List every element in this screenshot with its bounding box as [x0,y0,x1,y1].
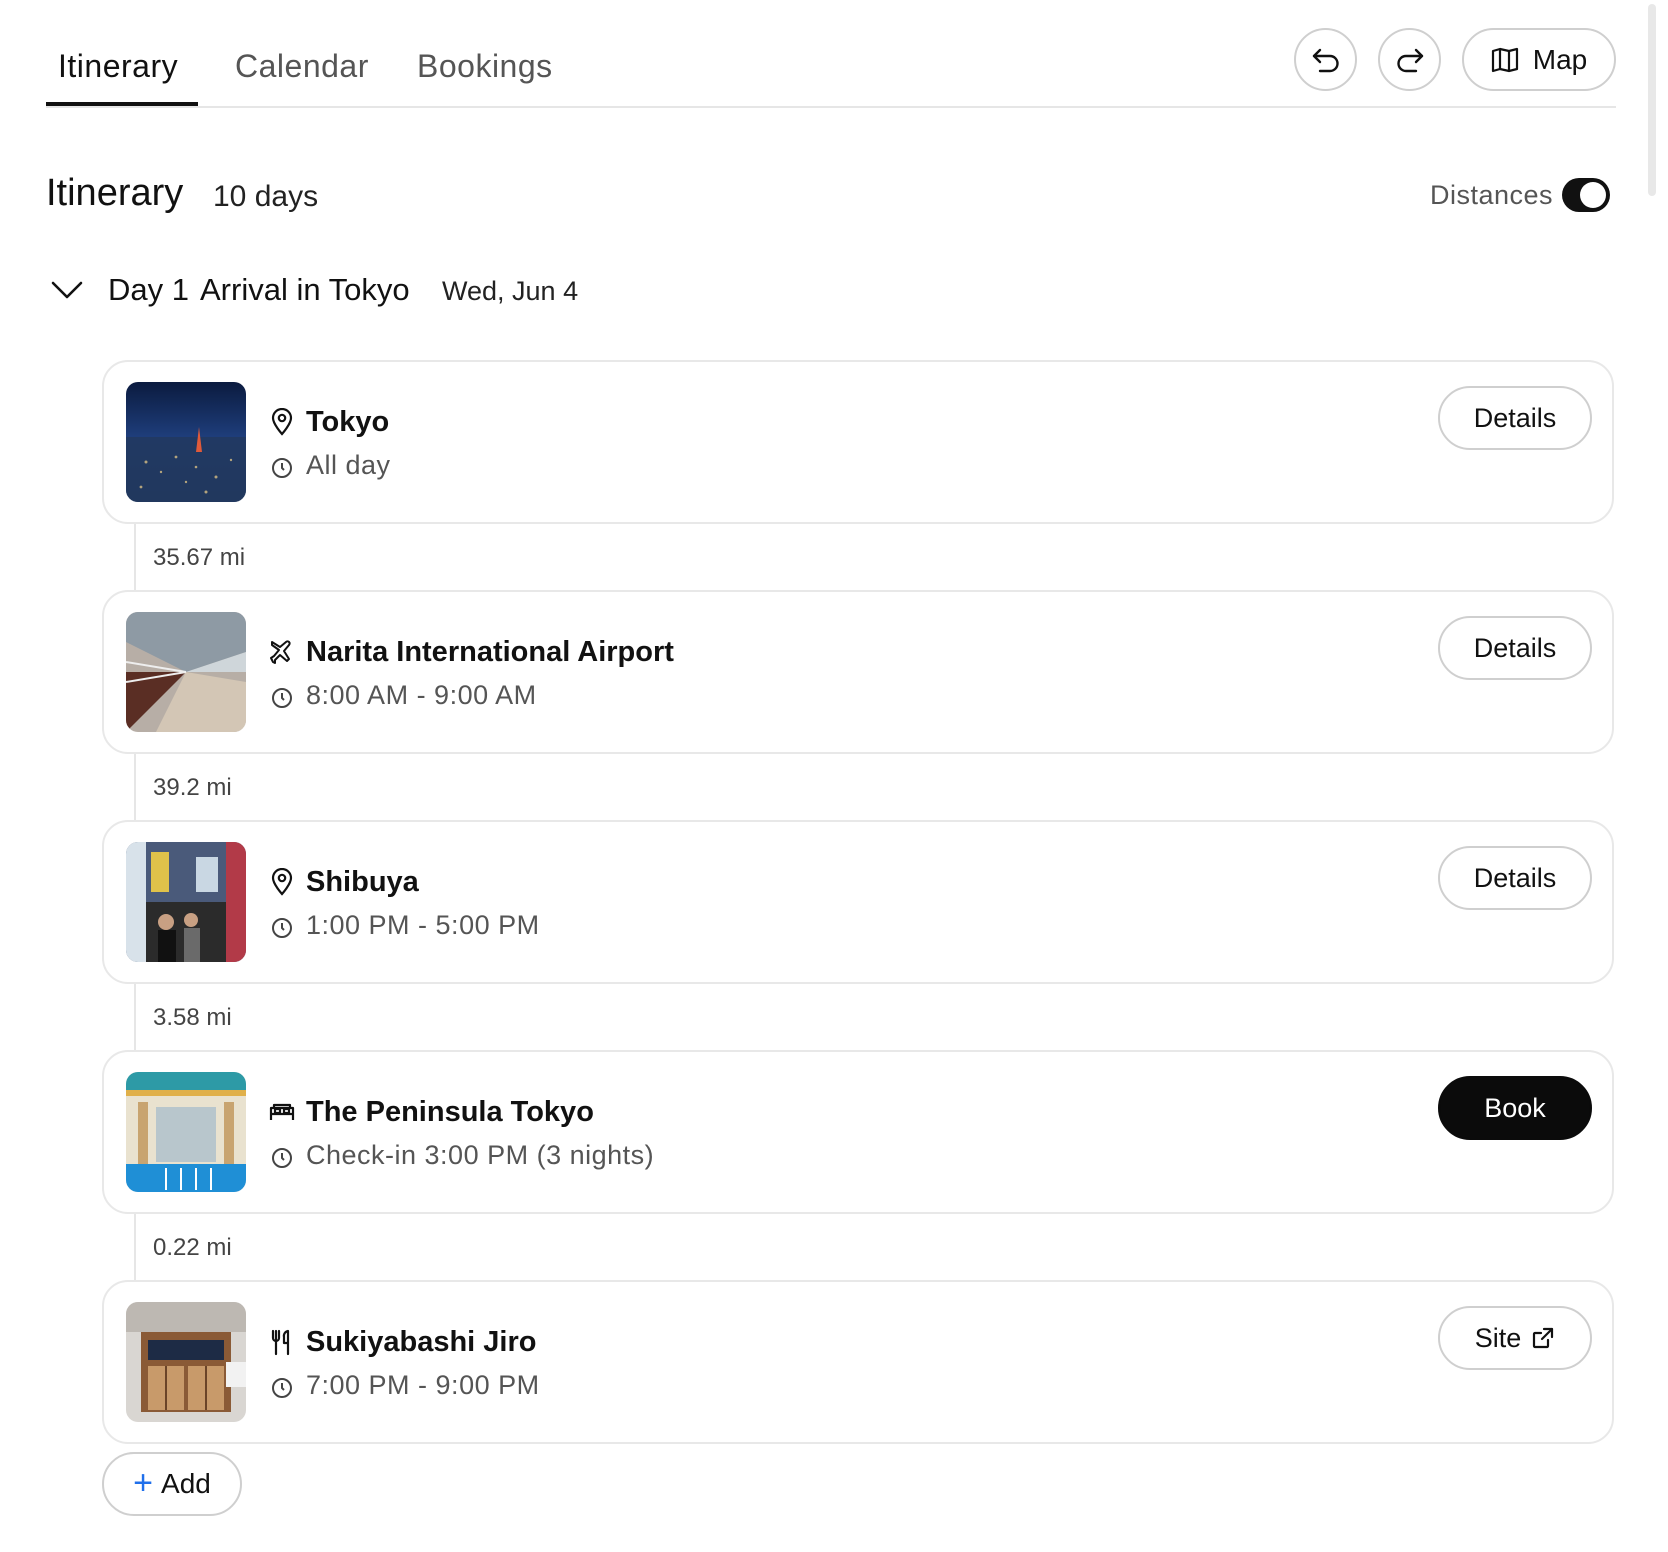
details-button[interactable]: Details [1438,616,1592,680]
map-button[interactable]: Map [1462,28,1616,91]
clock-icon [272,1148,292,1168]
plane-icon [270,640,291,664]
book-button-label: Book [1484,1092,1546,1123]
thumbnail-peninsula [126,1072,246,1192]
itinerary-item-peninsula[interactable]: The Peninsula Tokyo Check-in 3:00 PM (3 … [102,1050,1614,1214]
itinerary-item-tokyo[interactable]: Tokyo All day Details [102,360,1614,524]
distance-label: 3.58 mi [153,1004,232,1031]
tab-bookings[interactable]: Bookings [417,48,553,85]
distance-label: 0.22 mi [153,1234,232,1261]
details-button-label: Details [1473,402,1557,433]
itinerary-item-shibuya[interactable]: Shibuya 1:00 PM - 5:00 PM Details [102,820,1614,984]
tab-itinerary[interactable]: Itinerary [58,48,178,85]
item-time: 7:00 PM - 9:00 PM [306,1370,540,1400]
day-title: Arrival in Tokyo [200,272,410,307]
details-button[interactable]: Details [1438,386,1592,450]
chevron-down-icon[interactable] [50,278,84,302]
utensils-icon [271,1329,290,1356]
thumbnail-sukiyabashi-jiro [126,1302,246,1422]
item-title: Tokyo [306,406,390,438]
item-time: 1:00 PM - 5:00 PM [306,910,540,940]
distance-label: 39.2 mi [153,774,232,801]
scrollbar-thumb[interactable] [1648,4,1656,196]
clock-icon [272,688,292,708]
item-time: All day [306,450,391,480]
item-title: The Peninsula Tokyo [306,1096,594,1128]
map-icon [1491,47,1518,72]
map-button-label: Map [1532,43,1588,75]
item-time: 8:00 AM - 9:00 AM [306,680,537,710]
toggle-knob [1580,182,1606,208]
add-item-button[interactable]: + Add [102,1452,242,1516]
details-button[interactable]: Details [1438,846,1592,910]
page-title: Itinerary [46,172,184,214]
undo-icon [1312,48,1339,72]
item-time: Check-in 3:00 PM (3 nights) [306,1140,655,1170]
undo-button[interactable] [1294,28,1357,91]
pin-icon [271,408,293,436]
pin-icon [271,868,293,896]
scrollbar[interactable] [1648,0,1658,1552]
itinerary-item-sukiyabashi-jiro[interactable]: Sukiyabashi Jiro 7:00 PM - 9:00 PM Site [102,1280,1614,1444]
external-link-icon [1533,1327,1554,1349]
thumbnail-narita [126,612,246,732]
tab-calendar[interactable]: Calendar [235,48,369,85]
day-date: Wed, Jun 4 [442,276,579,306]
item-title: Sukiyabashi Jiro [306,1326,537,1358]
active-tab-indicator [46,102,198,106]
distance-label: 35.67 mi [153,544,246,571]
item-title: Narita International Airport [306,636,674,668]
redo-icon [1396,48,1423,72]
plus-icon: + [133,1463,154,1502]
clock-icon [272,458,292,478]
distances-label: Distances [1430,180,1554,210]
itinerary-page: Itinerary Calendar Bookings Map Itinerar… [0,0,1668,1552]
site-button-label: Site [1474,1322,1522,1353]
details-button-label: Details [1473,632,1557,663]
thumbnail-shibuya [126,842,246,962]
site-button[interactable]: Site [1438,1306,1592,1370]
add-button-label: Add [161,1468,211,1499]
thumbnail-tokyo [126,382,246,502]
trip-length: 10 days [213,180,319,213]
bed-icon [269,1103,295,1120]
itinerary-item-narita[interactable]: Narita International Airport 8:00 AM - 9… [102,590,1614,754]
item-title: Shibuya [306,866,419,898]
clock-icon [272,1378,292,1398]
distances-toggle[interactable] [1562,178,1610,212]
details-button-label: Details [1473,862,1557,893]
redo-button[interactable] [1378,28,1441,91]
book-button[interactable]: Book [1438,1076,1592,1140]
clock-icon [272,918,292,938]
day-number: Day 1 [108,272,189,307]
